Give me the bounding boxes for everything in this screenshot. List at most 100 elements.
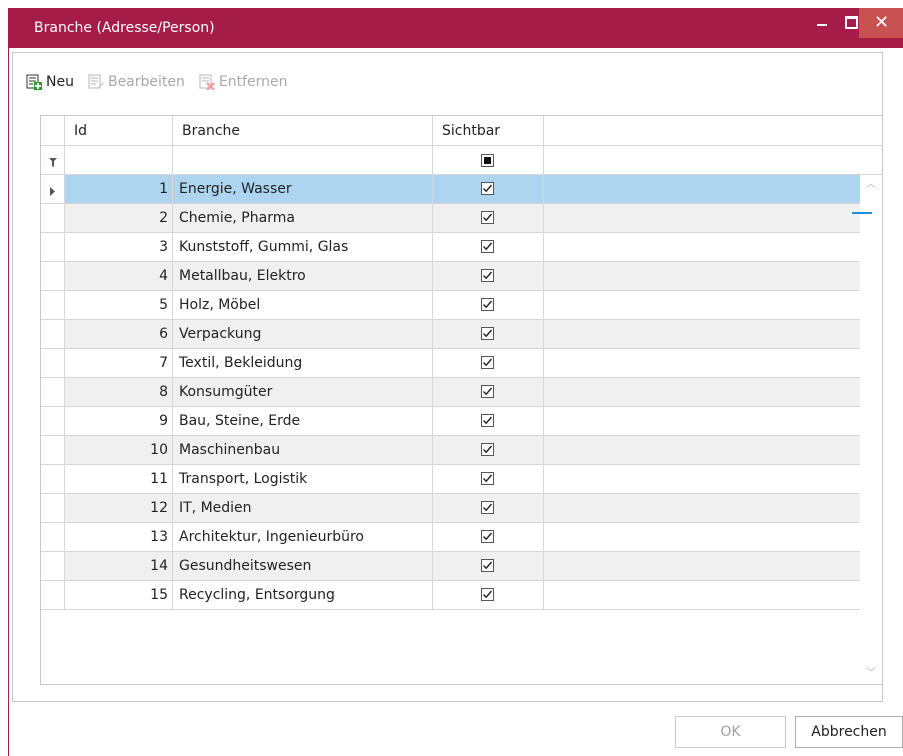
cell-id[interactable]: 11 [65, 465, 173, 494]
sichtbar-checkbox[interactable] [481, 327, 494, 340]
cell-id[interactable]: 9 [65, 407, 173, 436]
table-row[interactable]: 14 Gesundheitswesen [41, 552, 860, 581]
cell-branche[interactable]: IT, Medien [173, 494, 433, 523]
row-indicator[interactable] [41, 233, 65, 262]
table-row[interactable]: 12 IT, Medien [41, 494, 860, 523]
cell-branche[interactable]: Chemie, Pharma [173, 204, 433, 233]
sichtbar-checkbox[interactable] [481, 385, 494, 398]
cell-branche[interactable]: Transport, Logistik [173, 465, 433, 494]
sichtbar-checkbox[interactable] [481, 240, 494, 253]
cell-branche[interactable]: Architektur, Ingenieurbüro [173, 523, 433, 552]
table-row[interactable]: 3 Kunststoff, Gummi, Glas [41, 233, 860, 262]
sichtbar-checkbox[interactable] [481, 530, 494, 543]
cell-id[interactable]: 3 [65, 233, 173, 262]
close-button[interactable]: ✕ [859, 8, 903, 38]
column-header-sichtbar[interactable]: Sichtbar [433, 116, 544, 146]
cell-id[interactable]: 13 [65, 523, 173, 552]
scroll-down-icon[interactable]: ﹀ [860, 664, 882, 684]
sichtbar-checkbox[interactable] [481, 501, 494, 514]
cell-branche[interactable]: Bau, Steine, Erde [173, 407, 433, 436]
row-indicator[interactable] [41, 291, 65, 320]
sichtbar-checkbox[interactable] [481, 298, 494, 311]
table-row[interactable]: 7 Textil, Bekleidung [41, 349, 860, 378]
table-row[interactable]: 9 Bau, Steine, Erde [41, 407, 860, 436]
cell-branche[interactable]: Textil, Bekleidung [173, 349, 433, 378]
sichtbar-checkbox[interactable] [481, 211, 494, 224]
new-button[interactable]: Neu [26, 74, 74, 90]
cancel-button[interactable]: Abbrechen [795, 716, 903, 748]
sichtbar-checkbox[interactable] [481, 472, 494, 485]
filter-sichtbar-checkbox-cell[interactable] [433, 146, 544, 175]
row-indicator[interactable] [41, 552, 65, 581]
sichtbar-checkbox[interactable] [481, 588, 494, 601]
row-indicator[interactable] [41, 378, 65, 407]
column-header-id[interactable]: Id [65, 116, 173, 146]
cell-id[interactable]: 14 [65, 552, 173, 581]
filter-branche-input[interactable] [173, 146, 433, 175]
cell-branche[interactable]: Metallbau, Elektro [173, 262, 433, 291]
remove-button[interactable]: Entfernen [199, 74, 288, 91]
scroll-thumb[interactable] [852, 212, 872, 214]
row-indicator[interactable] [41, 581, 65, 610]
cell-branche[interactable]: Kunststoff, Gummi, Glas [173, 233, 433, 262]
sichtbar-checkbox[interactable] [481, 269, 494, 282]
table-row[interactable]: 8 Konsumgüter [41, 378, 860, 407]
cell-branche[interactable]: Recycling, Entsorgung [173, 581, 433, 610]
row-indicator[interactable] [41, 494, 65, 523]
filter-id-input[interactable] [65, 146, 173, 175]
row-indicator[interactable] [41, 407, 65, 436]
cell-id[interactable]: 8 [65, 378, 173, 407]
column-header-branche[interactable]: Branche [173, 116, 433, 146]
row-indicator[interactable] [41, 262, 65, 291]
table-row[interactable]: 4 Metallbau, Elektro [41, 262, 860, 291]
cell-branche[interactable]: Gesundheitswesen [173, 552, 433, 581]
table-row[interactable]: 15 Recycling, Entsorgung [41, 581, 860, 610]
table-row[interactable]: 6 Verpackung [41, 320, 860, 349]
cell-id[interactable]: 7 [65, 349, 173, 378]
table-row[interactable]: 2 Chemie, Pharma [41, 204, 860, 233]
row-indicator[interactable] [41, 320, 65, 349]
cell-branche[interactable]: Konsumgüter [173, 378, 433, 407]
title-bar[interactable]: Branche (Adresse/Person) ✕ [9, 8, 903, 48]
table-row[interactable]: 13 Architektur, Ingenieurbüro [41, 523, 860, 552]
table-row[interactable]: 10 Maschinenbau [41, 436, 860, 465]
table-row[interactable]: 11 Transport, Logistik [41, 465, 860, 494]
row-indicator[interactable] [41, 175, 65, 204]
table-row[interactable]: 1 Energie, Wasser [41, 175, 860, 204]
sichtbar-checkbox[interactable] [481, 182, 494, 195]
cell-id[interactable]: 15 [65, 581, 173, 610]
scroll-up-icon[interactable]: ︿ [860, 175, 882, 195]
row-indicator[interactable] [41, 436, 65, 465]
close-icon: ✕ [873, 12, 890, 33]
cell-branche[interactable]: Holz, Möbel [173, 291, 433, 320]
cell-id[interactable]: 4 [65, 262, 173, 291]
edit-button[interactable]: Bearbeiten [88, 74, 185, 90]
table-row[interactable]: 5 Holz, Möbel [41, 291, 860, 320]
toolbar: Neu Bearbeiten Entfernen [26, 71, 302, 93]
cell-id[interactable]: 6 [65, 320, 173, 349]
cell-sichtbar [433, 494, 544, 523]
filter-sichtbar-checkbox[interactable] [481, 154, 494, 167]
cell-sichtbar [433, 407, 544, 436]
cell-id[interactable]: 2 [65, 204, 173, 233]
row-indicator[interactable] [41, 349, 65, 378]
row-indicator[interactable] [41, 465, 65, 494]
ok-button[interactable]: OK [675, 716, 786, 748]
sichtbar-checkbox[interactable] [481, 414, 494, 427]
sichtbar-checkbox[interactable] [481, 443, 494, 456]
cell-id[interactable]: 12 [65, 494, 173, 523]
sichtbar-checkbox[interactable] [481, 559, 494, 572]
cell-id[interactable]: 10 [65, 436, 173, 465]
vertical-scrollbar[interactable]: ︿ ﹀ [860, 175, 882, 684]
cell-branche[interactable]: Energie, Wasser [173, 175, 433, 204]
remove-button-label: Entfernen [218, 74, 288, 90]
row-indicator[interactable] [41, 204, 65, 233]
minimize-button[interactable] [809, 8, 835, 36]
cell-id[interactable]: 5 [65, 291, 173, 320]
filter-empty-cell [544, 146, 882, 175]
cell-id[interactable]: 1 [65, 175, 173, 204]
cell-branche[interactable]: Verpackung [173, 320, 433, 349]
cell-branche[interactable]: Maschinenbau [173, 436, 433, 465]
sichtbar-checkbox[interactable] [481, 356, 494, 369]
row-indicator[interactable] [41, 523, 65, 552]
